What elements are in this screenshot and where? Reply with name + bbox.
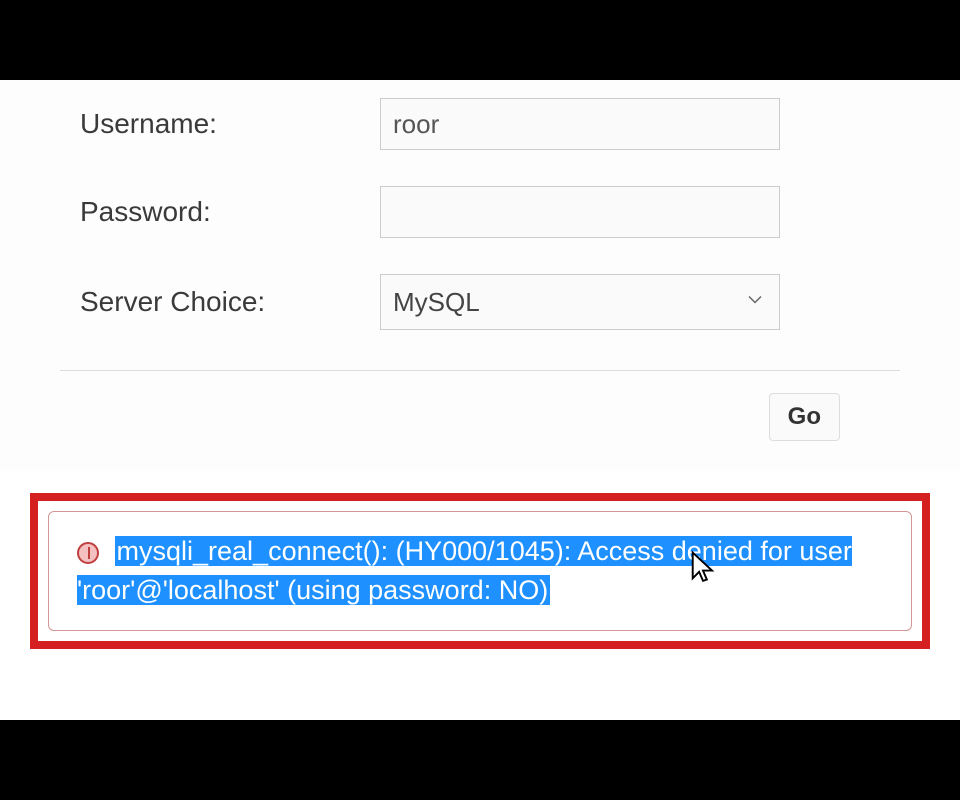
error-highlight: mysqli_real_connect(): (HY000/1045): Acc… (30, 493, 930, 649)
page-frame: Username: Password: Server Choice: MySQL (0, 80, 960, 720)
password-control (380, 186, 780, 238)
login-form: Username: Password: Server Choice: MySQL (0, 80, 960, 471)
server-label: Server Choice: (60, 286, 380, 318)
username-control (380, 98, 780, 150)
server-select[interactable]: MySQL (380, 274, 780, 330)
server-select-wrap: MySQL (380, 274, 780, 330)
password-input[interactable] (380, 186, 780, 238)
server-row: Server Choice: MySQL (60, 256, 900, 348)
error-message-box: mysqli_real_connect(): (HY000/1045): Acc… (48, 511, 912, 631)
go-button[interactable]: Go (769, 393, 840, 441)
username-row: Username: (60, 80, 900, 168)
button-row: Go (60, 371, 900, 471)
password-label: Password: (60, 196, 380, 228)
error-icon (77, 542, 99, 564)
password-row: Password: (60, 168, 900, 256)
username-label: Username: (60, 108, 380, 140)
error-text[interactable]: mysqli_real_connect(): (HY000/1045): Acc… (77, 536, 852, 605)
username-input[interactable] (380, 98, 780, 150)
